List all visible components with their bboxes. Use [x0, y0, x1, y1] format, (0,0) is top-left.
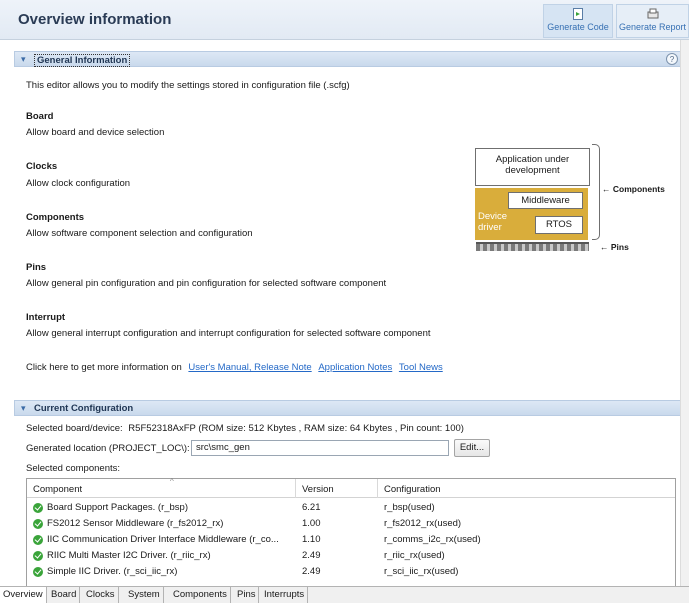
tab-components[interactable]: Components: [170, 587, 231, 603]
tab-overview[interactable]: Overview: [0, 587, 47, 603]
page-title: Overview information: [18, 11, 172, 28]
table-header: Component ^ Version Configuration: [27, 477, 675, 498]
component-config: r_sci_iic_rx(used): [384, 566, 459, 577]
rtos-box: RTOS: [535, 216, 583, 234]
middleware-box: Middleware: [508, 192, 583, 209]
pins-description: Allow general pin configuration and pin …: [26, 278, 387, 289]
pins-heading: Pins: [26, 262, 47, 273]
check-icon: [33, 503, 43, 513]
tab-system[interactable]: System: [125, 587, 164, 603]
column-header-configuration[interactable]: Configuration: [384, 484, 441, 495]
tool-news-link[interactable]: Tool News: [399, 362, 443, 373]
component-version: 2.49: [302, 550, 321, 561]
help-icon[interactable]: ?: [666, 53, 678, 65]
current-configuration-section-header[interactable]: ▾ Current Configuration: [14, 400, 687, 416]
edit-location-button[interactable]: Edit...: [454, 439, 490, 457]
interrupt-description: Allow general interrupt configuration an…: [26, 328, 431, 339]
components-table: Component ^ Version Configuration Board …: [26, 477, 676, 588]
component-name: RIIC Multi Master I2C Driver. (r_riic_rx…: [47, 550, 211, 561]
editor-tab-bar: Overview Board Clocks System Components …: [0, 586, 689, 603]
application-label-2: development: [505, 165, 560, 176]
component-name: FS2012 Sensor Middleware (r_fs2012_rx): [47, 518, 224, 529]
device-label: Selected board/device:: [26, 423, 123, 434]
components-annotation-label: Components: [612, 184, 665, 194]
component-version: 1.10: [302, 534, 321, 545]
check-icon: [33, 535, 43, 545]
application-label-1: Application under: [495, 154, 570, 165]
component-config: r_bsp(used): [384, 502, 435, 513]
device-value: R5F52318AxFP (ROM size: 512 Kbytes , RAM…: [128, 423, 464, 434]
components-description: Allow software component selection and c…: [26, 228, 253, 239]
location-label: Generated location (PROJECT_LOC\):: [26, 443, 190, 454]
editor-header: Overview information Generate Code Gener…: [0, 0, 689, 40]
component-config: r_fs2012_rx(used): [384, 518, 462, 529]
section-title: Current Configuration: [34, 403, 134, 414]
component-version: 6.21: [302, 502, 321, 513]
architecture-diagram: Application under development Device dri…: [472, 142, 682, 257]
tab-interrupts[interactable]: Interrupts: [261, 587, 309, 603]
intro-text: This editor allows you to modify the set…: [26, 80, 350, 91]
check-icon: [33, 567, 43, 577]
generate-code-icon: [573, 8, 583, 20]
component-name: Board Support Packages. (r_bsp): [47, 502, 188, 513]
clocks-description: Allow clock configuration: [26, 178, 131, 189]
device-label-2: driver: [478, 222, 502, 233]
component-name: IIC Communication Driver Interface Middl…: [47, 534, 279, 545]
board-heading: Board: [26, 111, 54, 122]
component-version: 2.49: [302, 566, 321, 577]
check-icon: [33, 551, 43, 561]
tab-clocks[interactable]: Clocks: [83, 587, 119, 603]
section-title: General Information: [34, 54, 131, 67]
application-box: Application under development: [475, 148, 590, 186]
users-manual-link[interactable]: User's Manual, Release Note: [188, 362, 311, 373]
component-version: 1.00: [302, 518, 321, 529]
tab-pins[interactable]: Pins: [234, 587, 260, 603]
tab-board[interactable]: Board: [48, 587, 81, 603]
table-row[interactable]: RIIC Multi Master I2C Driver. (r_riic_rx…: [27, 549, 675, 565]
component-config: r_riic_rx(used): [384, 550, 445, 561]
device-label-1: Device: [478, 211, 508, 222]
vertical-scrollbar[interactable]: [680, 40, 689, 586]
selected-components-label: Selected components:: [26, 463, 121, 474]
collapse-icon[interactable]: ▾: [21, 54, 26, 65]
interrupt-heading: Interrupt: [26, 312, 66, 323]
more-info-prefix: Click here to get more information on: [26, 362, 182, 373]
components-annotation: ← Components: [602, 184, 665, 194]
generate-code-label: Generate Code: [547, 22, 609, 32]
device-driver-label: Device driver: [478, 211, 507, 233]
table-row[interactable]: Board Support Packages. (r_bsp) 6.21 r_b…: [27, 501, 675, 517]
generated-location-field[interactable]: src\smc_gen: [191, 440, 449, 456]
column-divider[interactable]: [295, 479, 296, 498]
generate-code-button[interactable]: Generate Code: [543, 4, 613, 38]
selected-device-line: Selected board/device: R5F52318AxFP (ROM…: [26, 423, 464, 434]
component-config: r_comms_i2c_rx(used): [384, 534, 481, 545]
component-name: Simple IIC Driver. (r_sci_iic_rx): [47, 566, 178, 577]
column-divider[interactable]: [377, 479, 378, 498]
general-information-section-header[interactable]: ▾ General Information ?: [14, 51, 687, 67]
table-row[interactable]: FS2012 Sensor Middleware (r_fs2012_rx) 1…: [27, 517, 675, 533]
pins-strip: [476, 242, 589, 251]
clocks-heading: Clocks: [26, 161, 58, 172]
pins-annotation-label: Pins: [610, 242, 629, 252]
sort-ascending-icon: ^: [170, 477, 174, 486]
generate-report-button[interactable]: Generate Report: [616, 4, 689, 38]
table-row[interactable]: IIC Communication Driver Interface Middl…: [27, 533, 675, 549]
generate-report-label: Generate Report: [618, 22, 687, 32]
components-bracket: [592, 144, 600, 240]
column-header-version[interactable]: Version: [302, 484, 334, 495]
generate-report-icon: [647, 8, 658, 19]
table-row[interactable]: Simple IIC Driver. (r_sci_iic_rx) 2.49 r…: [27, 565, 675, 581]
check-icon: [33, 519, 43, 529]
application-notes-link[interactable]: Application Notes: [318, 362, 392, 373]
collapse-icon[interactable]: ▾: [21, 403, 26, 414]
components-heading: Components: [26, 212, 85, 223]
board-description: Allow board and device selection: [26, 127, 165, 138]
pins-annotation: ← Pins: [600, 242, 629, 252]
more-info-line: Click here to get more information on Us…: [26, 362, 443, 373]
column-header-component[interactable]: Component: [33, 484, 82, 495]
